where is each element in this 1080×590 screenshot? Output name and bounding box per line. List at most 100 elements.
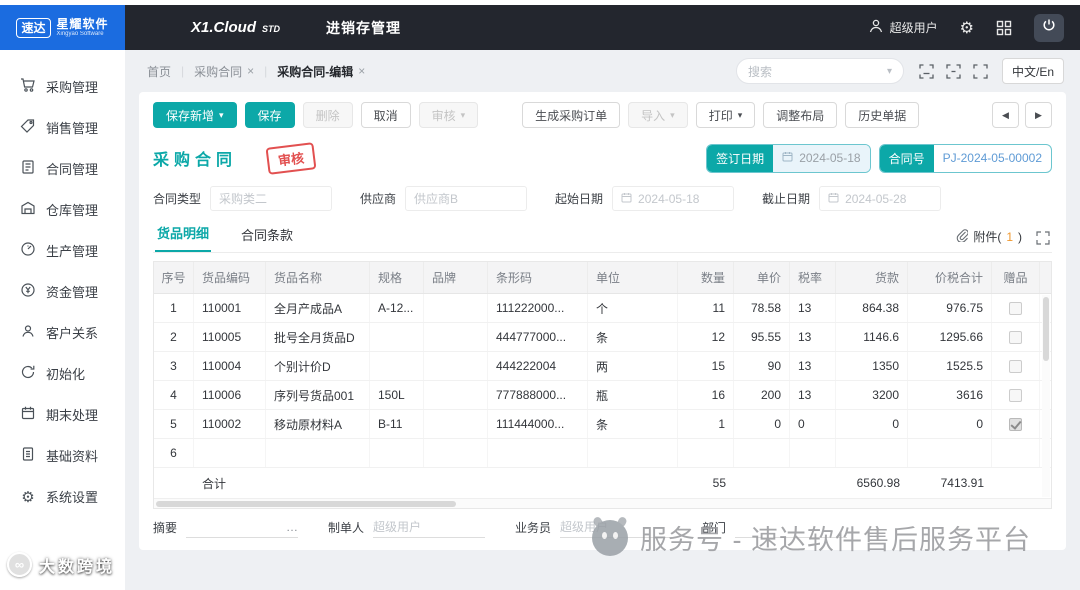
hscroll-thumb[interactable] [156,501,456,507]
save-button[interactable]: 保存 [244,102,295,128]
cell: 111444000... [488,410,588,438]
sidebar-item-crm[interactable]: 客户关系 [0,312,125,353]
apps-grid-icon[interactable] [996,20,1012,36]
cell [588,439,678,467]
expand-grid-icon[interactable] [1036,231,1050,252]
sidebar-item-purchase[interactable]: 采购管理 [0,66,125,107]
tab-purchase-contract-edit[interactable]: 采购合同-编辑 × [277,63,365,80]
close-icon[interactable]: × [247,64,254,78]
table-row[interactable]: 2 110005 批号全月货品D 444777000... 条 12 95.55 13 1146… [154,323,1051,352]
table-row[interactable]: 1 110001 全月产成品A A-12... 111222000... 个 11 78.58… [154,294,1051,323]
import-button[interactable]: 导入 ▾ [628,102,688,128]
exit-fullscreen-icon[interactable] [945,62,963,80]
table-row[interactable]: 6 [154,439,1051,468]
creator-input[interactable]: 超级用户 [373,516,486,538]
column-header-5[interactable]: 条形码 [488,262,588,293]
logout-power-button[interactable] [1034,13,1064,42]
attachment-button[interactable]: 附件(1) [955,228,1022,252]
gift-checkbox[interactable] [1009,359,1022,373]
gift-checkbox[interactable] [1009,330,1022,344]
column-header-6[interactable]: 单位 [588,262,678,293]
sidebar-item-production[interactable]: 生产管理 [0,230,125,271]
cell: 15 [678,352,734,380]
column-header-12[interactable]: 赠品 [992,262,1040,293]
scan-icon[interactable] [918,62,936,80]
summary-input[interactable]: … [186,516,299,538]
vscroll-thumb[interactable] [1043,297,1049,361]
department-input[interactable] [735,516,848,538]
cell [194,439,266,467]
sidebar-item-contract[interactable]: 合同管理 [0,148,125,189]
user-menu[interactable]: 超级用户 [868,18,938,37]
table-row[interactable]: 5 110002 移动原材料A B-11 111444000... 条 1 0 0 0 0 [154,410,1051,439]
sidebar-item-settings[interactable]: ⚙ 系统设置 [0,476,125,517]
sidebar-item-init[interactable]: 初始化 [0,353,125,394]
fullscreen-icon[interactable] [972,62,990,80]
gift-checkbox[interactable] [1009,417,1022,431]
column-header-10[interactable]: 货款 [836,262,908,293]
history-button[interactable]: 历史单据 [845,102,920,128]
start-date-input[interactable]: 2024-05-18 [612,186,735,211]
tab-contract-terms[interactable]: 合同条款 [239,225,295,252]
table-total-row[interactable]: 合计 55 6560.98 7413.91 [154,468,1051,498]
cancel-button[interactable]: 取消 [360,102,411,128]
adjust-layout-button[interactable]: 调整布局 [763,102,838,128]
cell: 3 [154,352,194,380]
sign-date-field[interactable]: 2024-05-18 [773,144,870,172]
salesman-field: 业务员 超级用户 [515,516,673,538]
horizontal-scrollbar[interactable] [154,498,1051,508]
column-header-3[interactable]: 规格 [370,262,424,293]
cell: 批号全月货品D [266,323,370,351]
cell: 444222004 [488,352,588,380]
sidebar-item-warehouse[interactable]: 仓库管理 [0,189,125,230]
table-row[interactable]: 3 110004 个别计价D 444222004 两 15 90 13 1350 1525.5 [154,352,1051,381]
tab-goods-detail[interactable]: 货品明细 [155,223,212,252]
cell: 5 [154,410,194,438]
supplier-input[interactable]: 供应商B [405,186,528,211]
column-header-1[interactable]: 货品编码 [194,262,266,293]
salesman-input[interactable]: 超级用户 [560,516,673,538]
tag-icon [20,118,36,137]
table-row[interactable]: 4 110006 序列号货品001 150L 777888000... 瓶 16 200 13 3… [154,381,1051,410]
gift-checkbox[interactable] [1009,388,1022,402]
vertical-scrollbar[interactable] [1042,295,1050,497]
close-icon[interactable]: × [358,64,365,78]
cell: 110004 [194,352,266,380]
cell [908,439,992,467]
contract-type-input[interactable]: 采购类二 [210,186,333,211]
column-header-4[interactable]: 品牌 [424,262,488,293]
search-input[interactable]: 搜索 ▾ [735,58,904,84]
sidebar-item-base-data[interactable]: 基础资料 [0,435,125,476]
column-header-9[interactable]: 税率 [790,262,836,293]
generate-order-button[interactable]: 生成采购订单 [522,102,621,128]
print-button[interactable]: 打印 ▾ [695,102,756,128]
tab-home[interactable]: 首页 [147,63,171,80]
more-dots-icon[interactable]: … [286,520,298,534]
caret-down-icon: ▾ [460,109,466,120]
sidebar-item-sales[interactable]: 销售管理 [0,107,125,148]
product-name: X1.Cloud STD [191,19,280,36]
app-logo[interactable]: 速达 星耀软件 Xingyao Software [0,5,125,50]
tab-purchase-contract[interactable]: 采购合同 × [194,63,254,80]
end-date-input[interactable]: 2024-05-28 [819,186,942,211]
watermark-logo-icon: ∞ [7,552,32,577]
next-doc-button[interactable]: ▶ [1025,102,1052,128]
column-header-7[interactable]: 数量 [678,262,734,293]
save-new-button[interactable]: 保存新增 ▾ [153,102,237,128]
gift-checkbox[interactable] [1009,301,1022,315]
sidebar-item-funds[interactable]: 资金管理 [0,271,125,312]
cell [370,352,424,380]
delete-button[interactable]: 删除 [302,102,353,128]
settings-gear-icon[interactable]: ⚙ [960,18,974,38]
language-toggle[interactable]: 中文/En [1001,58,1064,84]
column-header-2[interactable]: 货品名称 [266,262,370,293]
sidebar-item-period-end[interactable]: 期末处理 [0,394,125,435]
tab-separator: | [264,64,268,78]
column-header-11[interactable]: 价税合计 [908,262,992,293]
audit-button[interactable]: 审核 ▾ [418,102,479,128]
column-header-0[interactable]: 序号 [154,262,194,293]
cell [790,439,836,467]
document-header: 采购合同 审核 签订日期 2024-05-18 合同号 PJ-2024-05-0… [153,141,1052,175]
prev-doc-button[interactable]: ◀ [992,102,1019,128]
column-header-8[interactable]: 单价 [734,262,790,293]
